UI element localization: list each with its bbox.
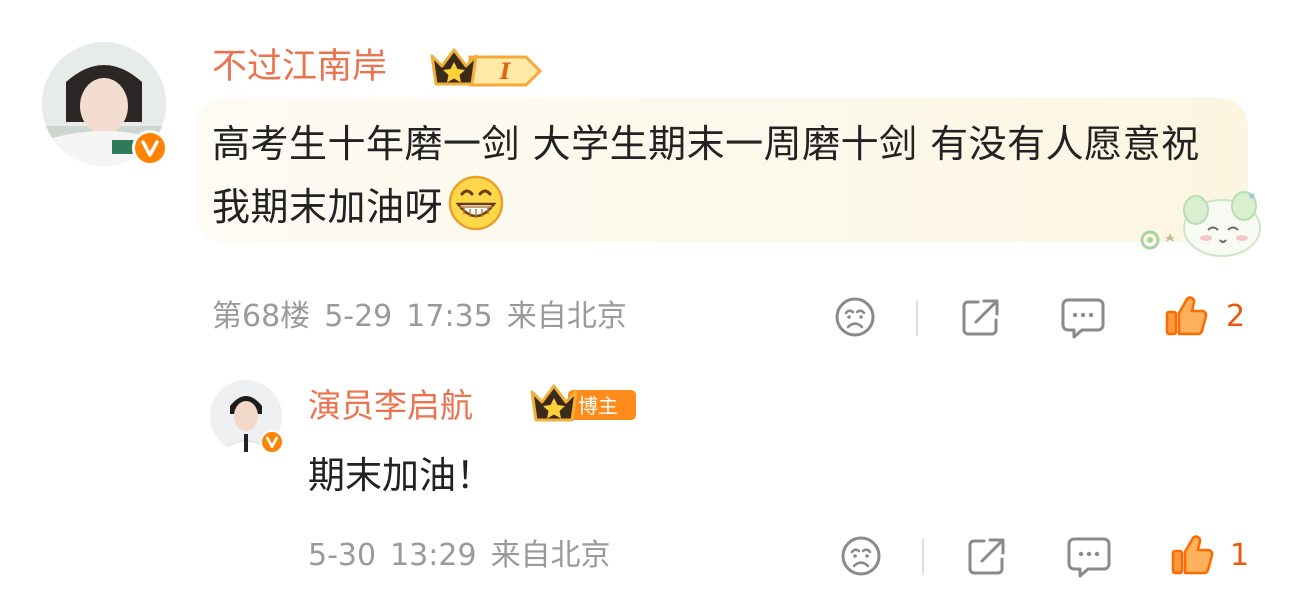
floor-number: 第68楼 bbox=[212, 299, 311, 334]
reply-comment-icon[interactable] bbox=[1066, 535, 1112, 579]
member-crown-badge-icon[interactable]: I bbox=[428, 44, 546, 90]
level-badge-text: I bbox=[499, 59, 511, 85]
like-icon[interactable] bbox=[1164, 294, 1208, 338]
comment-icon[interactable] bbox=[1060, 296, 1106, 340]
reply-date: 5-30 bbox=[308, 538, 377, 573]
comment-text: 高考生十年磨一剑 大学生期末一周磨十剑 有没有人愿意祝我期末加油呀 bbox=[212, 114, 1232, 237]
reply-share-icon[interactable] bbox=[966, 535, 1008, 577]
comment-meta: 第68楼 5-29 17:35 来自北京 bbox=[212, 302, 641, 332]
comment-date: 5-29 bbox=[324, 299, 393, 334]
comment-text-content: 高考生十年磨一剑 大学生期末一周磨十剑 有没有人愿意祝我期末加油呀 bbox=[212, 122, 1200, 229]
reply-like-count: 1 bbox=[1230, 538, 1250, 573]
action-divider bbox=[916, 300, 918, 336]
reply-location: 来自北京 bbox=[490, 538, 611, 573]
dislike-icon[interactable] bbox=[834, 296, 876, 338]
reply-verified-badge-icon bbox=[260, 430, 284, 454]
reply-like-icon[interactable] bbox=[1170, 533, 1214, 577]
grinning-face-icon bbox=[448, 175, 504, 231]
reply-text: 期末加油！ bbox=[308, 454, 493, 497]
blogger-badge-text: 博主 bbox=[578, 394, 618, 418]
like-count: 2 bbox=[1226, 299, 1246, 334]
comment-location: 来自北京 bbox=[506, 299, 627, 334]
reply-time: 13:29 bbox=[390, 538, 477, 573]
reply-action-divider bbox=[922, 539, 924, 575]
blogger-badge-icon: 博主 bbox=[530, 384, 636, 422]
reply-username[interactable]: 演员李启航 bbox=[308, 389, 473, 422]
verified-badge-icon bbox=[132, 130, 168, 166]
reply-dislike-icon[interactable] bbox=[840, 535, 882, 577]
share-icon[interactable] bbox=[960, 296, 1002, 338]
username[interactable]: 不过江南岸 bbox=[212, 50, 387, 85]
reply-meta: 5-30 13:29 来自北京 bbox=[308, 541, 625, 571]
comment-time: 17:35 bbox=[406, 299, 493, 334]
